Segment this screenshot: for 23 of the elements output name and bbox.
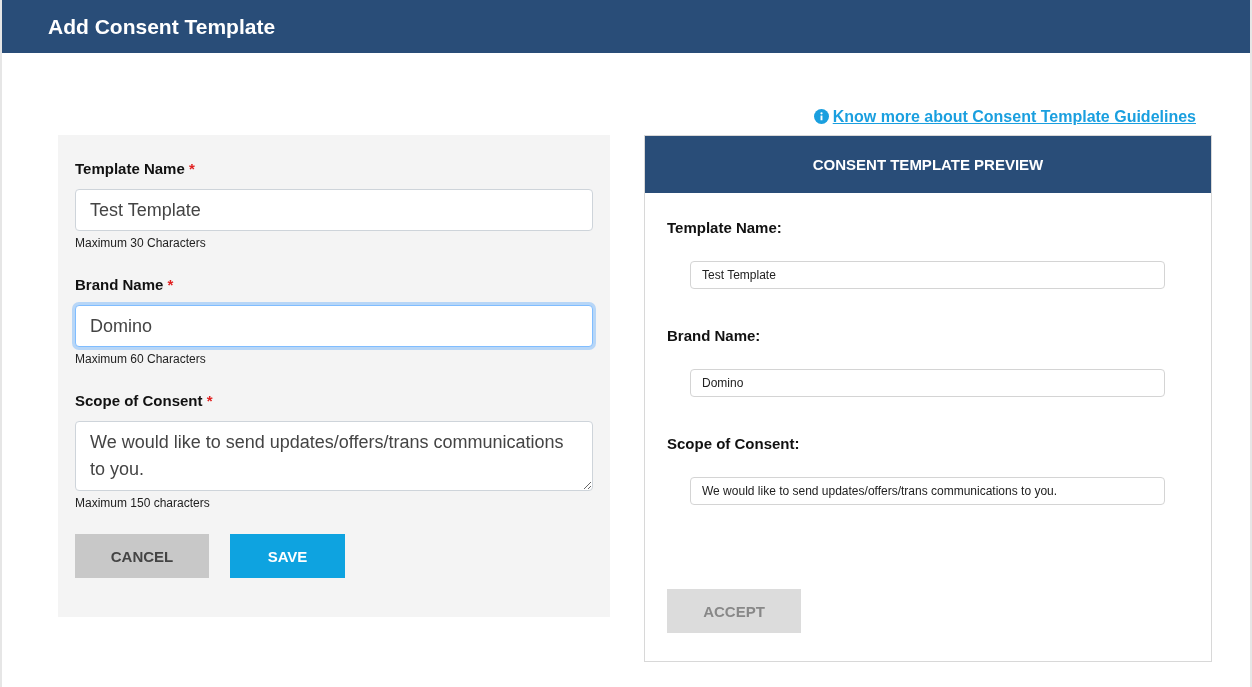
field-hint: Maximum 150 characters: [75, 496, 211, 510]
cancel-button[interactable]: CANCEL: [75, 534, 209, 578]
page-title: Add Consent Template: [48, 14, 276, 39]
preview-label: Template Name:: [667, 219, 783, 236]
preview-field: Test Template: [690, 261, 1165, 289]
field-hint: Maximum 60 Characters: [75, 352, 207, 366]
required-marker: *: [206, 392, 213, 409]
field-hint: Maximum 30 Characters: [75, 236, 207, 250]
preview-title: CONSENT TEMPLATE PREVIEW: [645, 136, 1211, 193]
info-icon: [813, 109, 829, 124]
preview-label: Scope of Consent:: [667, 435, 801, 452]
required-marker: *: [188, 160, 195, 177]
field-label: Brand Name *: [75, 276, 175, 293]
preview-field: We would like to send updates/offers/trans communications to you.: [690, 477, 1165, 505]
preview-label: Brand Name:: [667, 327, 762, 344]
field-label: Scope of Consent *: [75, 392, 214, 409]
required-marker: *: [167, 276, 174, 293]
field-label: Template Name *: [75, 160, 196, 177]
guidelines-link[interactable]: Know more about Consent Template Guidelines: [813, 98, 1196, 135]
input-field[interactable]: Domino: [75, 305, 593, 347]
input-field[interactable]: Test Template: [75, 189, 593, 231]
text-area[interactable]: We would like to send updates/offers/trans communications to you.: [75, 421, 593, 491]
preview-field: Domino: [690, 369, 1165, 397]
